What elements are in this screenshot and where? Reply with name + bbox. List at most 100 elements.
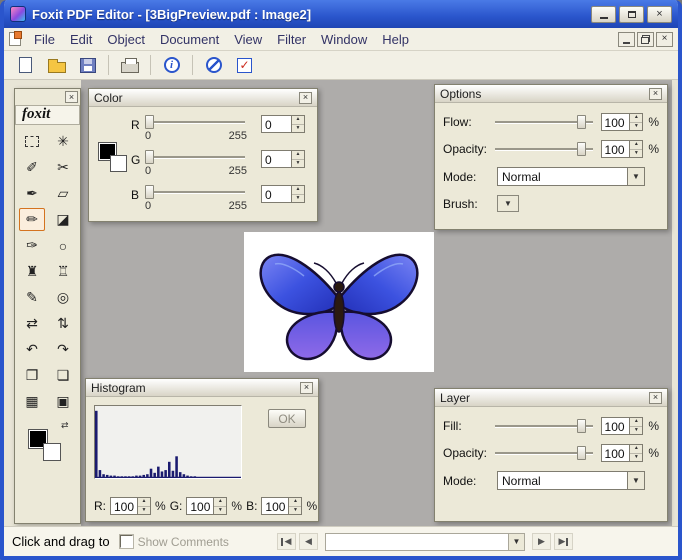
histogram-green-spin-up[interactable]: ▲ [214, 498, 227, 506]
red-spin-down-button[interactable]: ▼ [292, 123, 304, 132]
menu-window[interactable]: Window [314, 30, 374, 49]
layer-palette-titlebar[interactable]: Layer × [435, 389, 667, 407]
chevron-down-icon[interactable]: ▼ [627, 472, 644, 489]
opacity-value-input[interactable]: 100 [602, 141, 630, 157]
blue-value-input[interactable]: 0 [262, 186, 291, 202]
green-slider[interactable] [145, 150, 245, 165]
fill-slider-handle[interactable] [577, 418, 586, 433]
check-button[interactable]: ✓ [231, 53, 258, 78]
red-slider[interactable] [145, 115, 245, 130]
flow-spin-down-button[interactable]: ▼ [630, 121, 643, 130]
next-page-button[interactable]: ▶ [531, 533, 551, 550]
options-palette-close-button[interactable]: × [649, 87, 662, 100]
background-color-preview[interactable] [110, 155, 127, 172]
color-palette-close-button[interactable]: × [299, 91, 312, 104]
red-slider-handle[interactable] [145, 115, 154, 129]
menu-help[interactable]: Help [375, 30, 416, 49]
menu-file[interactable]: File [27, 30, 62, 49]
pen-tool[interactable]: ✒ [19, 182, 45, 205]
red-slider-track[interactable] [145, 121, 245, 124]
background-color-swatch[interactable] [42, 443, 61, 461]
paint-bucket-tool[interactable]: ◪ [50, 208, 76, 231]
close-button[interactable]: × [647, 5, 672, 23]
copy-tool[interactable]: ❐ [19, 364, 45, 387]
menu-edit[interactable]: Edit [63, 30, 99, 49]
blue-spin-down-button[interactable]: ▼ [292, 193, 304, 202]
histogram-green-spin-down[interactable]: ▼ [214, 505, 227, 514]
histogram-red-input[interactable]: 100 [111, 498, 137, 514]
magic-wand-tool[interactable]: ✳ [50, 130, 76, 153]
green-value-input[interactable]: 0 [262, 151, 291, 167]
open-button[interactable] [43, 53, 70, 78]
histogram-blue-input[interactable]: 100 [262, 498, 288, 514]
histogram-green-input[interactable]: 100 [187, 498, 213, 514]
layer-palette-close-button[interactable]: × [649, 391, 662, 404]
layer-opacity-value-input[interactable]: 100 [602, 445, 630, 461]
layer-opacity-slider-handle[interactable] [577, 445, 586, 460]
pencil-tool[interactable]: ✎ [19, 286, 45, 309]
histogram-red-spin-up[interactable]: ▲ [138, 498, 151, 506]
green-slider-track[interactable] [145, 156, 245, 159]
prev-page-button[interactable]: ◀ [298, 533, 318, 550]
crop-tool[interactable]: ▦ [19, 390, 45, 413]
flow-slider[interactable] [495, 114, 593, 130]
menu-view[interactable]: View [227, 30, 269, 49]
polygon-lasso-tool[interactable]: ✂ [50, 156, 76, 179]
menu-filter[interactable]: Filter [270, 30, 313, 49]
menu-object[interactable]: Object [100, 30, 152, 49]
layer-mode-select[interactable]: Normal ▼ [497, 471, 645, 490]
info-button[interactable]: i [158, 53, 185, 78]
blend-mode-select[interactable]: Normal ▼ [497, 167, 645, 186]
green-slider-handle[interactable] [145, 150, 154, 164]
fill-slider[interactable] [495, 418, 593, 434]
last-page-button[interactable]: ▶ [553, 533, 573, 550]
layer-opacity-spin-up-button[interactable]: ▲ [630, 445, 643, 453]
opacity-spin-down-button[interactable]: ▼ [630, 148, 643, 157]
chevron-down-icon[interactable]: ▼ [627, 168, 644, 185]
redo-tool[interactable]: ↷ [50, 338, 76, 361]
fill-spin-up-button[interactable]: ▲ [630, 418, 643, 426]
options-palette-titlebar[interactable]: Options × [435, 85, 667, 103]
ellipse-tool[interactable]: ○ [50, 234, 76, 257]
blue-slider-track[interactable] [145, 191, 245, 194]
prohibit-button[interactable] [200, 53, 227, 78]
blue-slider[interactable] [145, 185, 245, 200]
red-value-input[interactable]: 0 [262, 116, 291, 132]
menu-document[interactable]: Document [153, 30, 226, 49]
lasso-tool[interactable]: ✐ [19, 156, 45, 179]
show-comments-checkbox[interactable] [118, 534, 134, 549]
swap-colors-icon[interactable]: ⇄ [61, 420, 69, 431]
histogram-red-spin-down[interactable]: ▼ [138, 505, 151, 514]
marquee-select-tool[interactable] [19, 130, 45, 153]
toolbox-close-button[interactable]: × [65, 91, 78, 103]
eyedropper-tool[interactable]: ✑ [19, 234, 45, 257]
mdi-close-button[interactable]: × [656, 31, 673, 47]
print-button[interactable] [116, 53, 143, 78]
green-spin-down-button[interactable]: ▼ [292, 158, 304, 167]
minimize-button[interactable] [591, 5, 616, 23]
histogram-palette-titlebar[interactable]: Histogram × [86, 379, 318, 397]
fill-spin-down-button[interactable]: ▼ [630, 425, 643, 434]
flow-spin-up-button[interactable]: ▲ [630, 114, 643, 122]
red-spin-up-button[interactable]: ▲ [292, 116, 304, 124]
image-document[interactable] [244, 232, 434, 372]
stamp-tool[interactable]: ♜ [19, 260, 45, 283]
flip-vertical-tool[interactable]: ⇅ [50, 312, 76, 335]
brush-tool[interactable]: ✏ [19, 208, 45, 231]
eraser-tool[interactable]: ▱ [50, 182, 76, 205]
clone-stamp-tool[interactable]: ♖ [50, 260, 76, 283]
green-spin-up-button[interactable]: ▲ [292, 151, 304, 159]
ok-button[interactable]: OK [268, 409, 306, 428]
brush-picker-button[interactable]: ▼ [497, 195, 519, 212]
maximize-button[interactable] [619, 5, 644, 23]
opacity-slider-handle[interactable] [577, 141, 586, 156]
paste-tool[interactable]: ❏ [50, 364, 76, 387]
page-combobox[interactable]: ▼ [324, 532, 525, 551]
color-palette-titlebar[interactable]: Color × [89, 89, 317, 107]
zoom-tool[interactable]: ◎ [50, 286, 76, 309]
histogram-blue-spin-down[interactable]: ▼ [289, 505, 302, 514]
document-icon[interactable] [9, 31, 22, 46]
opacity-spin-up-button[interactable]: ▲ [630, 141, 643, 149]
layer-opacity-slider[interactable] [495, 445, 593, 461]
flow-slider-handle[interactable] [577, 114, 586, 129]
